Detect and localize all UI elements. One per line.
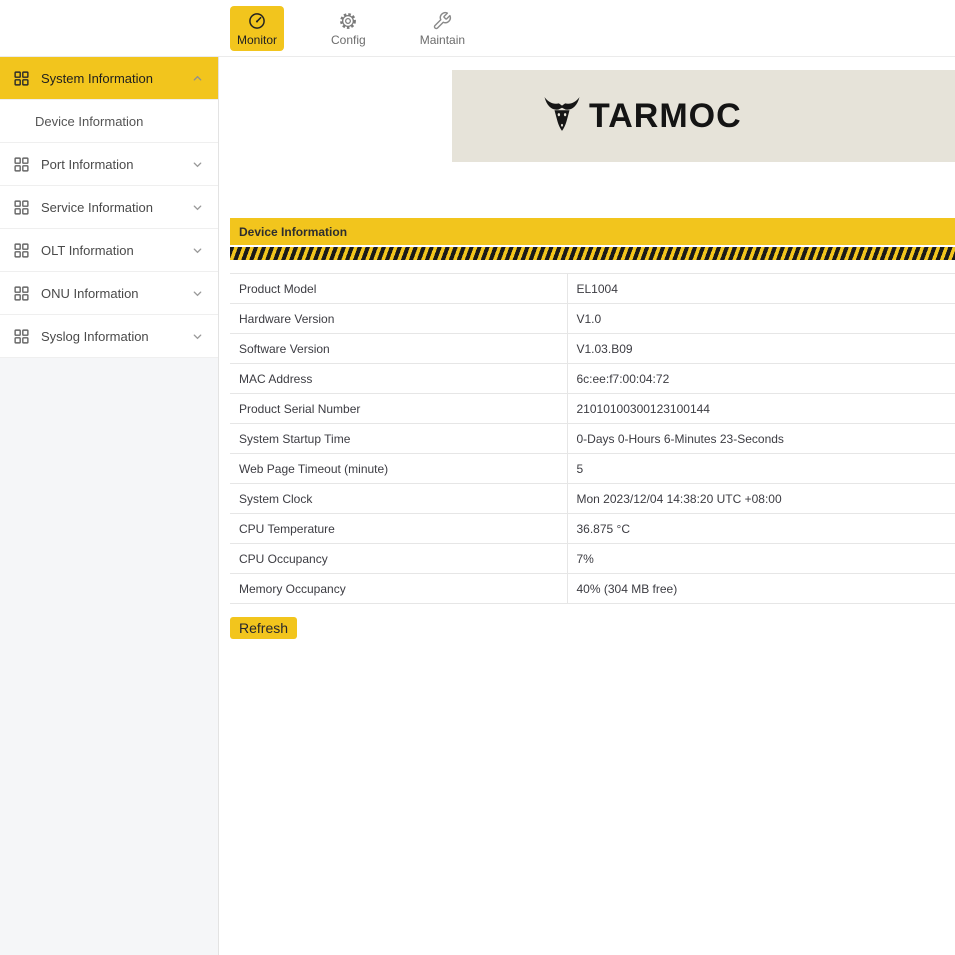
bull-logo-icon: [542, 94, 582, 139]
table-row-label: Product Serial Number: [230, 394, 567, 424]
main-content: TARMOC Device Information Product Model …: [220, 57, 955, 955]
table-row: Product Serial Number 210101003001231001…: [230, 394, 955, 424]
gauge-icon: [247, 11, 267, 31]
table-row-value: 21010100300123100144: [567, 394, 955, 424]
table-row-value: 5: [567, 454, 955, 484]
chevron-down-icon: [192, 202, 203, 213]
table-row-value: V1.0: [567, 304, 955, 334]
brand-logo: TARMOC: [542, 94, 742, 139]
sidebar-item-label: System Information: [41, 71, 153, 86]
grid-icon: [14, 200, 29, 215]
topbar: Monitor Config Maintain: [0, 0, 955, 57]
table-row-label: Memory Occupancy: [230, 574, 567, 604]
device-info-table: Product Model EL1004 Hardware Version V1…: [230, 273, 955, 604]
nav-item-config-label: Config: [331, 34, 366, 46]
sidebar-item-label: ONU Information: [41, 286, 139, 301]
table-row-label: MAC Address: [230, 364, 567, 394]
sidebar-item-device-information[interactable]: Device Information: [0, 100, 218, 143]
table-row: System Clock Mon 2023/12/04 14:38:20 UTC…: [230, 484, 955, 514]
table-row-label: Hardware Version: [230, 304, 567, 334]
sidebar-item-label: Service Information: [41, 200, 153, 215]
section-title: Device Information: [239, 225, 347, 239]
brand-wordmark: TARMOC: [589, 97, 742, 136]
table-row: Product Model EL1004: [230, 274, 955, 304]
table-row: Hardware Version V1.0: [230, 304, 955, 334]
table-row-value: EL1004: [567, 274, 955, 304]
table-row: MAC Address 6c:ee:f7:00:04:72: [230, 364, 955, 394]
refresh-button[interactable]: Refresh: [230, 617, 297, 639]
table-row-label: CPU Occupancy: [230, 544, 567, 574]
table-row-label: System Startup Time: [230, 424, 567, 454]
table-row-value: 0-Days 0-Hours 6-Minutes 23-Seconds: [567, 424, 955, 454]
grid-icon: [14, 157, 29, 172]
chevron-up-icon: [192, 73, 203, 84]
table-row: CPU Temperature 36.875 °C: [230, 514, 955, 544]
table-row-label: Software Version: [230, 334, 567, 364]
table-row-value: 7%: [567, 544, 955, 574]
sidebar-item-label: OLT Information: [41, 243, 134, 258]
table-row: CPU Occupancy 7%: [230, 544, 955, 574]
nav-item-config[interactable]: Config: [324, 6, 373, 51]
table-row: Web Page Timeout (minute) 5: [230, 454, 955, 484]
chevron-down-icon: [192, 288, 203, 299]
nav-item-maintain-label: Maintain: [420, 34, 465, 46]
grid-icon: [14, 243, 29, 258]
table-row-value: 6c:ee:f7:00:04:72: [567, 364, 955, 394]
wrench-icon: [432, 11, 452, 31]
device-info-section: Device Information Product Model EL1004 …: [230, 218, 955, 639]
sidebar-item-syslog-information[interactable]: Syslog Information: [0, 315, 218, 358]
gear-icon: [338, 11, 358, 31]
table-row-label: Product Model: [230, 274, 567, 304]
table-row-label: CPU Temperature: [230, 514, 567, 544]
table-row: Software Version V1.03.B09: [230, 334, 955, 364]
table-row-label: Web Page Timeout (minute): [230, 454, 567, 484]
sidebar-item-label: Device Information: [35, 114, 143, 129]
brand-banner: TARMOC: [452, 70, 955, 162]
table-row-label: System Clock: [230, 484, 567, 514]
table-row: System Startup Time 0-Days 0-Hours 6-Min…: [230, 424, 955, 454]
table-row-value: V1.03.B09: [567, 334, 955, 364]
section-header: Device Information: [230, 218, 955, 245]
grid-icon: [14, 71, 29, 86]
nav-item-monitor[interactable]: Monitor: [230, 6, 284, 51]
sidebar-item-service-information[interactable]: Service Information: [0, 186, 218, 229]
sidebar-item-olt-information[interactable]: OLT Information: [0, 229, 218, 272]
chevron-down-icon: [192, 331, 203, 342]
grid-icon: [14, 329, 29, 344]
grid-icon: [14, 286, 29, 301]
sidebar: System Information Device Information Po…: [0, 57, 219, 955]
nav-item-monitor-label: Monitor: [237, 34, 277, 46]
chevron-down-icon: [192, 245, 203, 256]
sidebar-item-onu-information[interactable]: ONU Information: [0, 272, 218, 315]
chevron-down-icon: [192, 159, 203, 170]
table-row-value: 36.875 °C: [567, 514, 955, 544]
table-row-value: 40% (304 MB free): [567, 574, 955, 604]
table-row: Memory Occupancy 40% (304 MB free): [230, 574, 955, 604]
table-row-value: Mon 2023/12/04 14:38:20 UTC +08:00: [567, 484, 955, 514]
nav-item-maintain[interactable]: Maintain: [413, 6, 472, 51]
sidebar-item-port-information[interactable]: Port Information: [0, 143, 218, 186]
sidebar-item-label: Port Information: [41, 157, 134, 172]
sidebar-item-system-information[interactable]: System Information: [0, 57, 218, 100]
hazard-stripe: [230, 247, 955, 260]
sidebar-item-label: Syslog Information: [41, 329, 149, 344]
